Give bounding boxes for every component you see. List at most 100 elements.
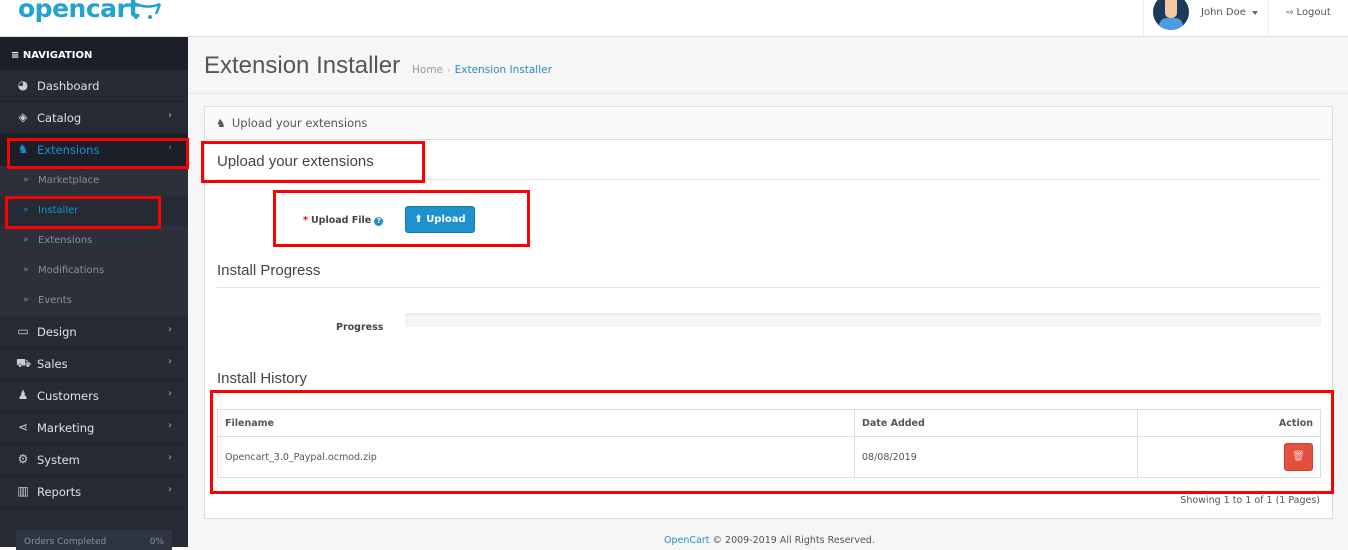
sidebar-item-design[interactable]: ▭ Design › <box>0 316 188 348</box>
progress-label: Progress <box>336 322 384 333</box>
sidebar-item-label: Customers <box>37 389 99 403</box>
sidebar-subitem-marketplace[interactable]: » Marketplace <box>0 166 188 196</box>
opencart-logo[interactable]: opencart <box>18 0 140 23</box>
pagination-text: Showing 1 to 1 of 1 (1 Pages) <box>1180 495 1320 506</box>
upload-file-label: * Upload File? <box>303 215 384 226</box>
sidebar-item-marketing[interactable]: ⋖ Marketing › <box>0 412 188 444</box>
bar-chart-icon: ▥ <box>17 484 29 498</box>
cell-action: 🗑 <box>1137 436 1321 478</box>
sidebar-item-system[interactable]: ⚙ System › <box>0 444 188 476</box>
sidebar: ≡ NAVIGATION ◕ Dashboard ◈ Catalog › ♞ E… <box>0 37 188 550</box>
sidebar-item-label: System <box>37 453 80 467</box>
install-history-table: Filename Date Added Action Opencart_3.0_… <box>217 409 1321 478</box>
sidebar-subitem-label: Marketplace <box>38 175 100 186</box>
footer-opencart-link[interactable]: OpenCart <box>664 535 709 546</box>
sidebar-item-label: Design <box>37 325 77 339</box>
panel-title: Upload your extensions <box>231 116 368 130</box>
delete-button[interactable]: 🗑 <box>1284 443 1313 471</box>
gear-icon: ⚙ <box>17 452 29 466</box>
monitor-icon: ▭ <box>17 324 29 338</box>
cell-date-added: 08/08/2019 <box>854 436 1138 478</box>
double-angle-right-icon: » <box>23 265 29 275</box>
column-header-date-added: Date Added <box>854 409 1138 437</box>
sidebar-item-catalog[interactable]: ◈ Catalog › <box>0 102 188 134</box>
double-angle-right-icon: » <box>23 295 29 305</box>
sidebar-item-label: Sales <box>37 357 68 371</box>
chevron-right-icon: › <box>168 388 172 399</box>
help-icon[interactable]: ? <box>374 217 384 226</box>
puzzle-icon: ♞ <box>17 142 29 156</box>
sidebar-item-extensions[interactable]: ♞ Extensions › <box>0 134 188 166</box>
breadcrumb-home[interactable]: Home <box>412 64 443 76</box>
column-header-action: Action <box>1137 409 1321 437</box>
upload-panel: ♞ Upload your extensions Upload your exte… <box>204 106 1333 519</box>
puzzle-icon: ♞ <box>216 117 226 130</box>
sidebar-item-customers[interactable]: ♟ Customers › <box>0 380 188 412</box>
menu-icon: ≡ <box>11 50 23 61</box>
divider <box>188 93 1348 94</box>
caret-down-icon <box>1252 11 1258 15</box>
sidebar-subitem-label: Installer <box>38 205 79 216</box>
cart-icon: ⛟ <box>16 356 32 370</box>
table-header-row: Filename Date Added Action <box>217 409 1321 437</box>
install-progress-title: Install Progress <box>217 262 1321 288</box>
breadcrumb-separator: › <box>447 66 451 76</box>
progress-bar <box>405 313 1321 327</box>
chevron-right-icon: › <box>168 420 172 431</box>
user-name: John Doe <box>1201 7 1246 18</box>
chevron-right-icon: › <box>168 324 172 335</box>
top-header: opencart John Doe ⇨ Logout <box>0 0 1348 37</box>
tags-icon: ◈ <box>18 110 28 124</box>
sidebar-subitem-modifications[interactable]: » Modifications <box>0 256 188 286</box>
install-history-title: Install History <box>217 370 308 387</box>
navigation-header[interactable]: ≡ NAVIGATION <box>0 37 188 70</box>
sidebar-item-label: Marketing <box>37 421 95 435</box>
avatar <box>1153 0 1189 30</box>
chevron-right-icon: › <box>168 452 172 463</box>
table-row: Opencart_3.0_Paypal.ocmod.zip 08/08/2019… <box>217 436 1321 478</box>
cart-logo-icon <box>131 0 162 19</box>
sidebar-subitem-label: Modifications <box>38 265 105 276</box>
breadcrumb-extension-installer[interactable]: Extension Installer <box>455 64 552 76</box>
chevron-right-icon: › <box>168 484 172 495</box>
sidebar-subitem-events[interactable]: » Events <box>0 286 188 316</box>
sidebar-item-dashboard[interactable]: ◕ Dashboard <box>0 70 188 102</box>
user-menu[interactable]: John Doe <box>1143 0 1269 36</box>
upload-button[interactable]: ⬆ Upload <box>405 206 475 233</box>
upload-button-label: Upload <box>426 214 466 225</box>
upload-section-title: Upload your extensions <box>217 153 1321 180</box>
sidebar-subitem-label: Extensions <box>38 235 93 246</box>
sidebar-subitem-label: Events <box>38 295 72 306</box>
orders-completed-widget: Orders Completed 0% <box>16 530 172 550</box>
required-asterisk: * <box>303 215 308 226</box>
orders-completed-value: 0% <box>149 537 164 547</box>
upload-icon: ⬆ <box>414 214 427 225</box>
chevron-right-icon: › <box>168 110 172 121</box>
sidebar-item-sales[interactable]: ⛟ Sales › <box>0 348 188 380</box>
dashboard-icon: ◕ <box>17 78 29 92</box>
sidebar-item-label: Catalog <box>37 111 82 125</box>
column-header-filename: Filename <box>217 409 855 437</box>
logo-text: opencart <box>18 0 140 23</box>
orders-completed-label: Orders Completed <box>24 537 107 547</box>
double-angle-right-icon: » <box>23 175 29 185</box>
nav-title: NAVIGATION <box>22 50 93 61</box>
sidebar-item-label: Reports <box>37 485 82 499</box>
double-angle-right-icon: » <box>23 205 29 215</box>
main-content: Extension Installer Home › Extension Insta… <box>188 37 1348 547</box>
sidebar-item-label: Extensions <box>37 143 100 157</box>
logout-link[interactable]: ⇨ Logout <box>1286 7 1331 18</box>
sign-out-icon: ⇨ <box>1286 8 1294 18</box>
breadcrumb: Home › Extension Installer <box>412 64 552 76</box>
upload-file-label-text: Upload File <box>310 215 372 226</box>
user-icon: ♟ <box>17 388 29 402</box>
page-title: Extension Installer <box>204 52 401 79</box>
double-angle-right-icon: » <box>23 235 29 245</box>
sidebar-subitem-installer[interactable]: » Installer <box>0 196 188 226</box>
chevron-right-icon: › <box>168 356 172 367</box>
trash-icon: 🗑 <box>1292 451 1305 462</box>
sidebar-subitem-extensions[interactable]: » Extensions <box>0 226 188 256</box>
sidebar-item-reports[interactable]: ▥ Reports › <box>0 476 188 508</box>
share-icon: ⋖ <box>17 420 29 434</box>
chevron-right-icon: › <box>168 142 172 153</box>
